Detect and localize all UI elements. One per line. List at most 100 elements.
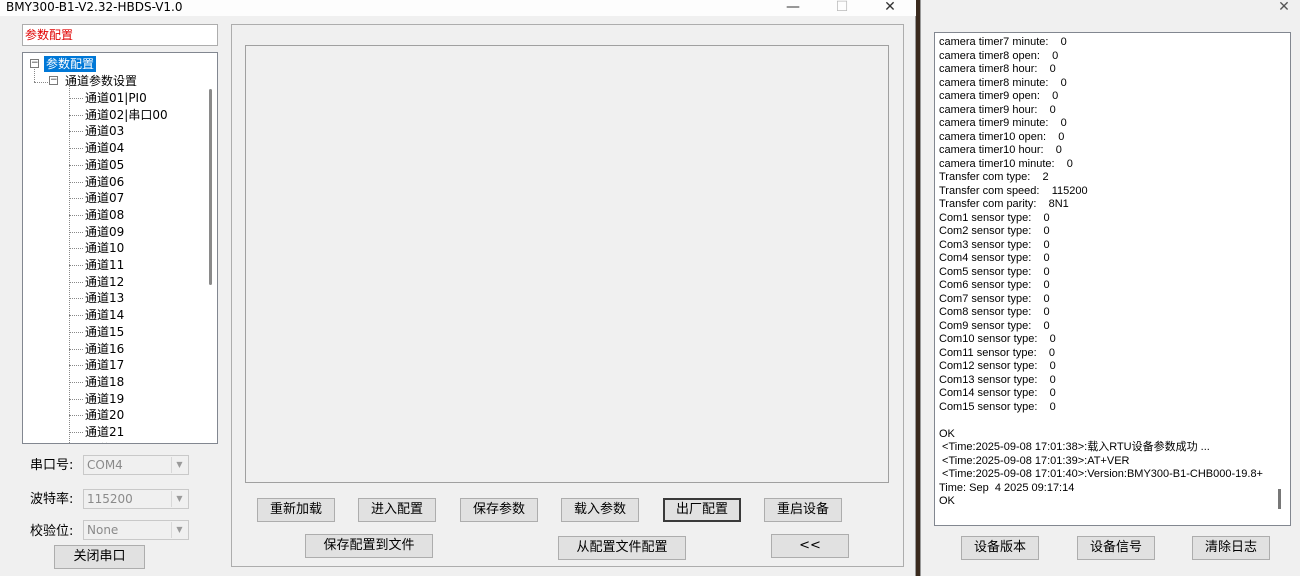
window-title: BMY300-B1-V2.32-HBDS-V1.0 — [6, 0, 183, 14]
chevron-down-icon[interactable]: ▼ — [171, 457, 187, 473]
baud-label: 波特率: — [30, 492, 74, 507]
log-close-icon[interactable]: ✕ — [1273, 0, 1295, 17]
baud-select[interactable]: 115200 ▼ — [83, 489, 189, 509]
tree-line — [69, 348, 83, 350]
log-line: Com5 sensor type: 0 — [939, 265, 1050, 278]
restart-device-button[interactable]: 重启设备 — [764, 498, 842, 522]
port-select[interactable]: COM4 ▼ — [83, 455, 189, 475]
log-window: ✕ camera timer7 minute: 0 camera timer8 o… — [920, 0, 1300, 576]
log-line: Com14 sensor type: 0 — [939, 387, 1056, 399]
tree-line — [69, 164, 83, 166]
log-line: Com7 sensor type: 0 — [939, 292, 1050, 305]
tree-node-channel[interactable]: 通道09 — [85, 224, 124, 240]
tree-root-node[interactable]: 参数配置 — [44, 56, 97, 72]
tree-line — [34, 69, 35, 82]
log-line: Transfer com parity: 8N1 — [939, 198, 1069, 210]
main-window: BMY300-B1-V2.32-HBDS-V1.0 — ☐ ✕ 参数配置 − 参… — [0, 0, 916, 576]
factory-config-button[interactable]: 出厂配置 — [663, 498, 741, 522]
collapse-log-button[interactable]: << — [771, 534, 849, 558]
load-params-button[interactable]: 载入参数 — [561, 498, 639, 522]
chevron-down-icon[interactable]: ▼ — [171, 522, 187, 538]
tree-node-channel[interactable]: 通道07 — [85, 190, 124, 206]
tree-line — [69, 381, 83, 383]
tree-node-channel[interactable]: 通道01|PI0 — [85, 90, 147, 106]
log-scroll-thumb[interactable] — [1278, 489, 1281, 509]
config-tree[interactable]: − 参数配置 − 通道参数设置 通道01|PI0 通道02|串口00 通道03 通道0… — [22, 52, 218, 444]
tree-node-channel[interactable]: 通道20 — [85, 407, 124, 423]
device-signal-button[interactable]: 设备信号 — [1077, 536, 1155, 560]
save-config-to-file-button[interactable]: 保存配置到文件 — [305, 534, 433, 558]
tree-node-channel[interactable]: 通道14 — [85, 307, 124, 323]
save-params-button[interactable]: 保存参数 — [460, 498, 538, 522]
tree-node-channel[interactable]: 通道04 — [85, 140, 124, 156]
parity-label: 校验位: — [30, 524, 74, 539]
tree-node-channel[interactable]: 通道02|串口00 — [85, 107, 168, 123]
tree-node-channel[interactable]: 通道08 — [85, 207, 124, 223]
log-output[interactable]: camera timer7 minute: 0 camera timer8 ope… — [934, 32, 1291, 526]
tree-node-channel[interactable]: 通道19 — [85, 391, 124, 407]
tree-line — [69, 198, 83, 200]
parity-value: None — [87, 523, 119, 537]
log-line: Com13 sensor type: 0 — [939, 373, 1056, 386]
log-line: OK — [939, 427, 955, 440]
log-line: camera timer10 hour: 0 — [939, 144, 1062, 156]
tree-node-channel[interactable]: 通道06 — [85, 174, 124, 190]
log-line: camera timer7 minute: 0 — [939, 36, 1067, 48]
tree-line — [69, 214, 83, 216]
log-line: Transfer com type: 2 — [939, 171, 1049, 183]
config-from-file-button[interactable]: 从配置文件配置 — [558, 536, 686, 560]
port-value: COM4 — [87, 458, 123, 472]
parity-select[interactable]: None ▼ — [83, 520, 189, 540]
tree-node-channel-settings[interactable]: 通道参数设置 — [65, 73, 137, 89]
log-line: Com6 sensor type: 0 — [939, 279, 1050, 291]
tree-line — [34, 82, 48, 83]
log-line: Com2 sensor type: 0 — [939, 225, 1050, 237]
title-bar: BMY300-B1-V2.32-HBDS-V1.0 — ☐ ✕ — [0, 0, 916, 16]
tree-node-channel[interactable]: 通道15 — [85, 324, 124, 340]
tree-line — [69, 432, 83, 433]
tree-node-channel[interactable]: 通道18 — [85, 374, 124, 390]
log-line: <Time:2025-09-08 17:01:39>:AT+VER — [939, 454, 1130, 467]
log-line: camera timer10 minute: 0 — [939, 157, 1073, 170]
log-line: Transfer com speed: 115200 — [939, 184, 1088, 197]
tree-line — [69, 315, 83, 317]
chevron-down-icon[interactable]: ▼ — [171, 491, 187, 507]
log-line: camera timer8 hour: 0 — [939, 63, 1056, 75]
tree-node-channel[interactable]: 通道03 — [85, 123, 124, 139]
tree-node-channel[interactable]: 通道13 — [85, 290, 124, 306]
tree-node-channel[interactable]: 通道11 — [85, 257, 124, 273]
port-label: 串口号: — [30, 458, 74, 473]
tree-collapse-icon[interactable]: − — [49, 76, 58, 85]
tree-node-channel[interactable]: 通道12 — [85, 274, 124, 290]
close-button[interactable]: ✕ — [870, 0, 910, 17]
log-line: Com12 sensor type: 0 — [939, 360, 1056, 372]
clear-log-button[interactable]: 清除日志 — [1192, 536, 1270, 560]
maximize-button[interactable]: ☐ — [822, 0, 862, 17]
tree-node-channel[interactable]: 通道21 — [85, 424, 124, 440]
log-line: camera timer9 minute: 0 — [939, 117, 1067, 129]
tree-node-channel[interactable]: 通道16 — [85, 341, 124, 357]
enter-config-button[interactable]: 进入配置 — [358, 498, 436, 522]
reload-button[interactable]: 重新加载 — [257, 498, 335, 522]
log-line: camera timer9 hour: 0 — [939, 103, 1056, 116]
minimize-button[interactable]: — — [773, 0, 813, 17]
log-line: Com10 sensor type: 0 — [939, 333, 1056, 345]
config-group-label: 参数配置 — [22, 24, 218, 46]
tree-node-channel[interactable]: 通道22 — [85, 441, 124, 443]
tree-node-channel[interactable]: 通道17 — [85, 357, 124, 373]
tree-scroll-thumb[interactable] — [209, 89, 212, 285]
device-version-button[interactable]: 设备版本 — [961, 536, 1039, 560]
tree-line — [69, 114, 83, 116]
log-line: Com15 sensor type: 0 — [939, 400, 1056, 413]
log-line: camera timer8 open: 0 — [939, 49, 1059, 62]
tree-collapse-icon[interactable]: − — [30, 59, 39, 68]
log-lines: camera timer7 minute: 0 camera timer8 ope… — [939, 36, 1279, 509]
tree-line — [69, 248, 83, 250]
log-line: Com4 sensor type: 0 — [939, 252, 1050, 264]
log-line: OK — [939, 495, 955, 507]
close-port-button[interactable]: 关闭串口 — [54, 545, 145, 569]
tree-node-channel[interactable]: 通道10 — [85, 240, 124, 256]
tree-node-channel[interactable]: 通道05 — [85, 157, 124, 173]
tree-line — [69, 331, 83, 333]
